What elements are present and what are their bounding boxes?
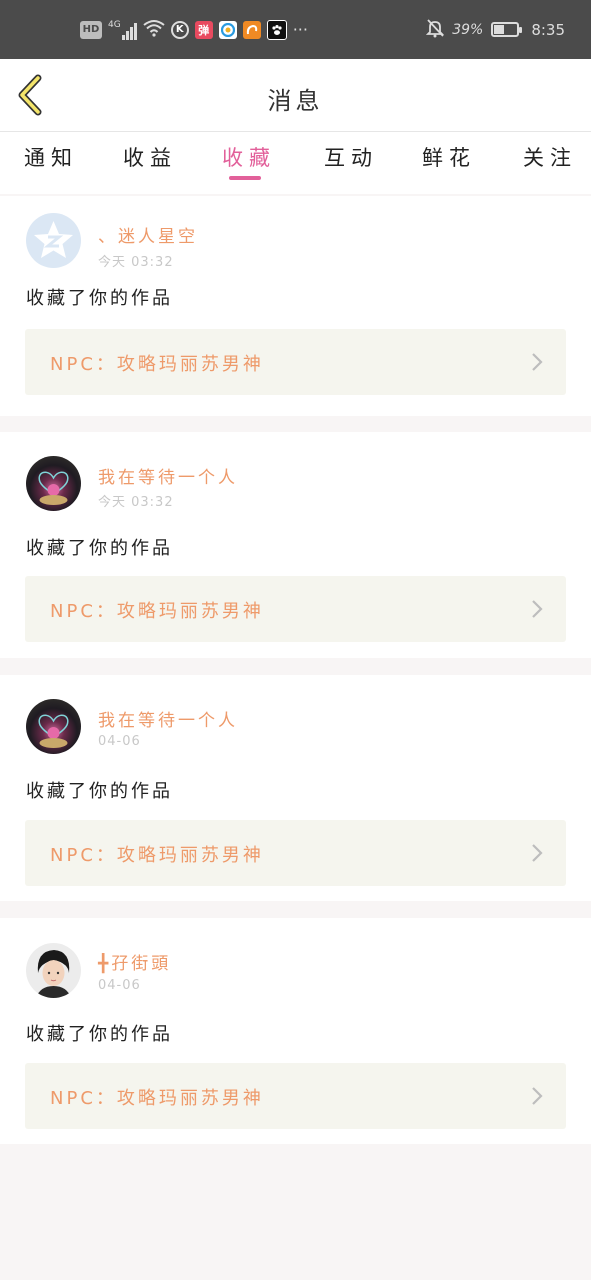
k-app-icon: K	[170, 20, 189, 39]
chevron-right-icon	[532, 600, 543, 618]
battery-percent: 39%	[452, 21, 484, 38]
network-type-label: 4G	[108, 19, 121, 30]
action-text: 收藏了你的作品	[26, 1024, 173, 1045]
work-link[interactable]: NPC：攻略玛丽苏男神	[25, 1063, 566, 1129]
message-card: 我在等待一个人 今天 03:32 收藏了你的作品 NPC：攻略玛丽苏男神	[0, 432, 591, 658]
tab-earnings[interactable]: 收益	[123, 142, 177, 172]
action-text: 收藏了你的作品	[26, 538, 173, 559]
work-title: NPC：攻略玛丽苏男神	[50, 601, 264, 622]
tab-flowers[interactable]: 鲜花	[422, 142, 476, 172]
paw-app-icon	[266, 19, 287, 40]
avatar[interactable]	[26, 213, 81, 268]
wifi-icon	[143, 19, 165, 41]
work-link[interactable]: NPC：攻略玛丽苏男神	[25, 329, 566, 395]
heart-flower-icon	[38, 471, 69, 505]
heart-flower-icon	[38, 714, 69, 748]
username[interactable]: 、迷人星空	[98, 222, 198, 247]
message-card: 我在等待一个人 04-06 收藏了你的作品 NPC：攻略玛丽苏男神	[0, 675, 591, 901]
timestamp: 04-06	[98, 734, 141, 749]
action-text: 收藏了你的作品	[26, 288, 173, 309]
work-link[interactable]: NPC：攻略玛丽苏男神	[25, 820, 566, 886]
work-title: NPC：攻略玛丽苏男神	[50, 354, 264, 375]
avatar[interactable]	[26, 943, 81, 998]
page-title: 消息	[267, 87, 324, 115]
message-card: 、迷人星空 今天 03:32 收藏了你的作品 NPC：攻略玛丽苏男神	[0, 196, 591, 416]
tab-favorites[interactable]: 收藏	[222, 142, 276, 172]
bell-muted-icon	[426, 18, 445, 42]
work-title: NPC：攻略玛丽苏男神	[50, 845, 264, 866]
dan-app-icon: 弹	[194, 20, 213, 39]
username[interactable]: 我在等待一个人	[98, 463, 238, 488]
clock: 8:35	[531, 20, 565, 39]
header: 消息	[0, 59, 591, 132]
active-tab-indicator	[229, 176, 261, 180]
chevron-right-icon	[532, 353, 543, 371]
username[interactable]: ╋孖街頭	[98, 949, 171, 974]
timestamp: 今天 03:32	[98, 255, 174, 270]
tab-notifications[interactable]: 通知	[24, 142, 78, 172]
tab-bar: 通知 收益 收藏 互动 鲜花 关注	[0, 132, 591, 194]
chevron-right-icon	[532, 1087, 543, 1105]
hd-icon: HD	[80, 20, 102, 39]
uc-app-icon	[242, 20, 261, 39]
chevron-right-icon	[532, 844, 543, 862]
browser-app-icon	[218, 20, 237, 39]
timestamp: 04-06	[98, 978, 141, 993]
status-bar-left: HD 4G K 弹 ···	[80, 0, 308, 59]
message-card: ╋孖街頭 04-06 收藏了你的作品 NPC：攻略玛丽苏男神	[0, 918, 591, 1144]
more-dots-icon: ···	[292, 20, 308, 39]
person-portrait-icon	[26, 943, 81, 998]
timestamp: 今天 03:32	[98, 495, 174, 510]
work-link[interactable]: NPC：攻略玛丽苏男神	[25, 576, 566, 642]
qzone-star-icon	[34, 221, 73, 258]
work-title: NPC：攻略玛丽苏男神	[50, 1088, 264, 1109]
username[interactable]: 我在等待一个人	[98, 706, 238, 731]
battery-icon	[491, 22, 523, 37]
avatar[interactable]	[26, 456, 81, 511]
status-bar: HD 4G K 弹 ··· 39% 8:35	[0, 0, 591, 59]
tab-interactions[interactable]: 互动	[324, 142, 378, 172]
4g-signal-icon: 4G	[108, 20, 137, 40]
tab-follows[interactable]: 关注	[523, 142, 577, 172]
avatar[interactable]	[26, 699, 81, 754]
status-bar-right: 39% 8:35	[426, 0, 565, 59]
action-text: 收藏了你的作品	[26, 781, 173, 802]
